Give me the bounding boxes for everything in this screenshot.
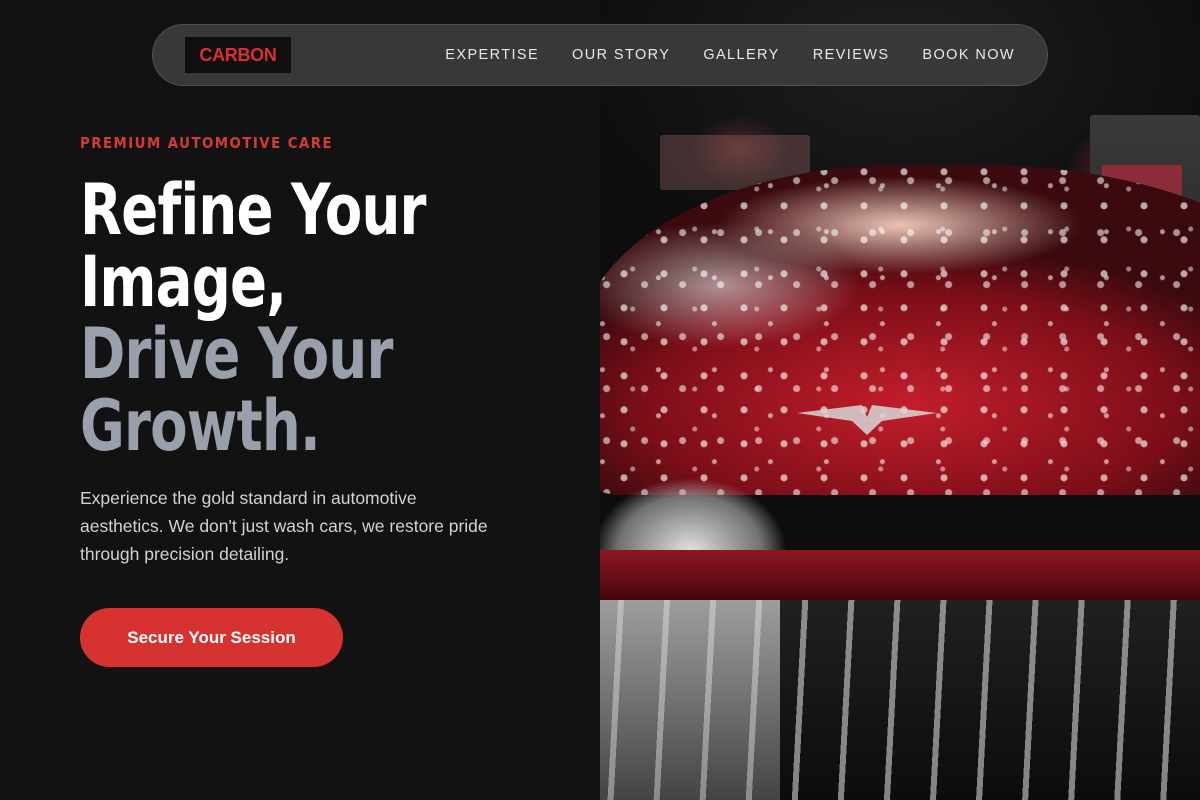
secure-session-button[interactable]: Secure Your Session	[80, 608, 343, 667]
nav-link-expertise[interactable]: EXPERTISE	[445, 47, 539, 63]
hero-description: Experience the gold standard in automoti…	[80, 488, 488, 564]
landing-page: PREMIUM AUTOMOTIVE CARE Refine Your Imag…	[0, 0, 1200, 800]
headline-line-3: Drive Your	[80, 313, 393, 395]
hero-headline: Refine Your Image, Drive Your Growth.	[80, 174, 439, 462]
nav-links: EXPERTISE OUR STORY GALLERY REVIEWS BOOK…	[445, 47, 1015, 63]
headline-line-4: Growth.	[80, 385, 321, 467]
hero-car-photo	[600, 0, 1200, 800]
nav-link-book-now[interactable]: BOOK NOW	[922, 47, 1015, 63]
headline-line-2: Image,	[80, 241, 287, 323]
hero-eyebrow: PREMIUM AUTOMOTIVE CARE	[80, 134, 334, 152]
nav-link-reviews[interactable]: REVIEWS	[813, 47, 890, 63]
car-emblem-icon	[797, 405, 937, 435]
headline-line-1: Refine Your	[80, 169, 426, 251]
nav-link-gallery[interactable]: GALLERY	[703, 47, 779, 63]
car-grille-foam	[600, 600, 1200, 800]
brand-logo[interactable]: CARBON	[185, 37, 291, 73]
nav-link-our-story[interactable]: OUR STORY	[572, 47, 670, 63]
top-navigation: CARBON EXPERTISE OUR STORY GALLERY REVIE…	[152, 24, 1048, 86]
